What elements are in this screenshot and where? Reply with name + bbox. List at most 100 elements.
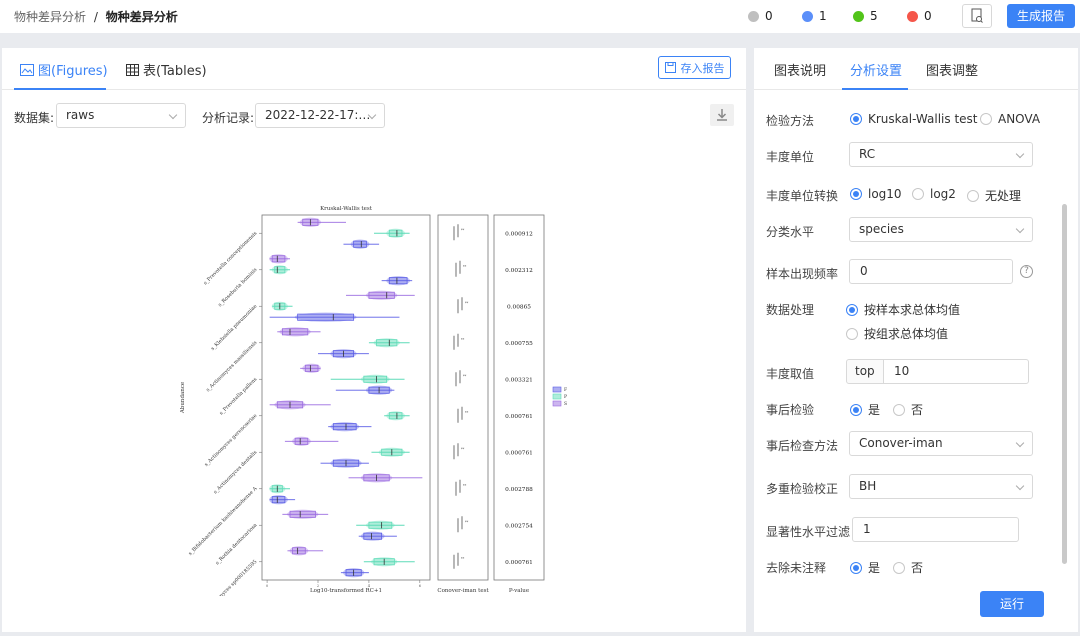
radio-remove-no-label: 否	[911, 561, 924, 575]
tab-chart-description[interactable]: 图表说明	[774, 60, 826, 79]
taxonomy-level-label: 分类水平	[766, 225, 815, 239]
radio-checked-icon	[850, 188, 862, 200]
generate-report-button[interactable]: 生成报告	[1007, 4, 1075, 28]
radio-anova[interactable]: ANOVA	[980, 112, 1040, 126]
radio-unchecked-icon	[893, 561, 905, 574]
y-axis-label: Abundance	[180, 382, 186, 414]
chevron-down-icon	[1015, 481, 1025, 491]
pvalue-axis-label: P-value	[509, 588, 529, 594]
box-body	[363, 375, 388, 383]
species-label: s_Roseburia hominis	[217, 267, 259, 309]
pvalue-label: 0.003321	[505, 377, 533, 383]
legend-label: S	[564, 401, 567, 407]
settings-panel: 图表说明 分析设置 图表调整 检验方法 Kruskal-Wallis test …	[754, 48, 1078, 632]
breadcrumb-separator: /	[93, 10, 98, 24]
pvalue-label: 0.002312	[505, 268, 533, 274]
radio-remove-yes-label: 是	[868, 561, 881, 575]
x-tick-label: 2	[317, 584, 319, 588]
post-hoc-method-select[interactable]: Conover-iman	[849, 431, 1033, 456]
record-select[interactable]: 2022-12-22-17:…	[255, 103, 385, 128]
report-preview-button[interactable]	[962, 4, 992, 28]
box-body	[289, 510, 316, 518]
top-n-input[interactable]: 10	[883, 359, 1029, 384]
record-value: 2022-12-22-17:…	[265, 108, 371, 122]
tab-active-indicator	[842, 88, 908, 90]
posthoc-frame	[437, 214, 489, 581]
pvalue-label: 0.002754	[505, 523, 533, 529]
abundance-take-label: 丰度取值	[766, 367, 815, 381]
abundance-unit-select[interactable]: RC	[849, 142, 1033, 167]
posthoc-axis-label: Conover-iman test	[437, 588, 489, 594]
species-label: s_Actinomyces sp000185595	[202, 559, 258, 596]
top-bar: 物种差异分析 / 物种差异分析 0 1 5 0 生成报告	[0, 0, 1080, 33]
tab-active-indicator	[14, 88, 106, 90]
post-hoc-label: 事后检验	[766, 403, 815, 417]
chevron-down-icon	[168, 110, 178, 120]
posthoc-mark: **	[463, 484, 467, 488]
save-icon	[664, 62, 676, 73]
radio-sample-mean[interactable]: 按样本求总体均值	[846, 301, 960, 318]
radio-unchecked-icon	[980, 113, 992, 125]
stat-running: 1	[802, 9, 827, 23]
stat-failed: 0	[907, 9, 932, 23]
sig-filter-label: 显著性水平过滤	[766, 525, 851, 539]
sig-filter-input[interactable]: 1	[852, 517, 1019, 542]
posthoc-mark: **	[461, 228, 465, 232]
breadcrumb: 物种差异分析 / 物种差异分析	[14, 8, 178, 25]
radio-post-hoc-no[interactable]: 否	[893, 401, 923, 418]
radio-group-mean[interactable]: 按组求总体均值	[846, 325, 948, 342]
radio-kruskal-wallis[interactable]: Kruskal-Wallis test	[850, 112, 978, 126]
running-icon	[802, 10, 813, 22]
box-body	[353, 240, 367, 248]
image-icon	[20, 63, 34, 76]
breadcrumb-parent[interactable]: 物种差异分析	[14, 10, 86, 24]
radio-post-hoc-no-label: 否	[911, 403, 924, 417]
save-to-report-label: 存入报告	[680, 61, 725, 75]
box-body	[368, 521, 393, 529]
taxonomy-level-select[interactable]: species	[849, 217, 1033, 242]
x-tick-label: 6	[419, 584, 421, 588]
tab-analysis-settings[interactable]: 分析设置	[850, 60, 902, 79]
radio-log2[interactable]: log2	[912, 187, 956, 201]
test-method-label: 检验方法	[766, 114, 815, 128]
radio-log10[interactable]: log10	[850, 187, 902, 201]
help-icon[interactable]: ?	[1020, 265, 1033, 278]
download-button[interactable]	[710, 104, 734, 126]
correction-select[interactable]: BH	[849, 474, 1033, 499]
radio-remove-no[interactable]: 否	[893, 559, 923, 576]
dataset-select[interactable]: raws	[56, 103, 186, 128]
tab-figures[interactable]: 图(Figures)	[20, 60, 108, 79]
radio-checked-icon	[850, 403, 862, 416]
radio-checked-icon	[850, 113, 862, 125]
pvalue-label: 0.000761	[505, 414, 533, 420]
box-body	[297, 313, 355, 321]
box-body	[363, 532, 383, 540]
posthoc-mark: **	[465, 301, 469, 305]
box-body	[388, 229, 403, 237]
run-button[interactable]: 运行	[980, 591, 1044, 617]
radio-sample-mean-label: 按样本求总体均值	[864, 303, 961, 317]
tab-chart-adjust[interactable]: 图表调整	[926, 60, 978, 79]
legend-label: F	[564, 387, 567, 393]
radio-remove-yes[interactable]: 是	[850, 559, 880, 576]
box-body	[368, 291, 395, 299]
radio-no-transform[interactable]: 无处理	[967, 187, 1021, 204]
tab-tables[interactable]: 表(Tables)	[126, 60, 207, 79]
remove-unannotated-label: 去除未注释	[766, 561, 827, 575]
species-label: s_Bifidobacterium kashiwanohense A	[187, 486, 258, 557]
processing-label: 数据处理	[766, 303, 815, 317]
tab-figures-label: 图(Figures)	[38, 64, 108, 79]
settings-scrollbar[interactable]	[1062, 204, 1067, 564]
box-body	[332, 423, 357, 431]
radio-post-hoc-yes[interactable]: 是	[850, 401, 880, 418]
legend-swatch	[552, 393, 562, 400]
occurrence-input[interactable]: 0	[849, 259, 1013, 284]
x-tick-label: 0	[266, 584, 268, 588]
legend-swatch	[552, 400, 562, 407]
radio-unchecked-icon	[893, 403, 905, 416]
tab-tables-label: 表(Tables)	[143, 64, 207, 79]
save-to-report-button[interactable]: 存入报告	[658, 56, 731, 79]
radio-checked-icon	[850, 561, 862, 574]
record-label: 分析记录:	[202, 111, 255, 125]
correction-value: BH	[859, 479, 877, 493]
